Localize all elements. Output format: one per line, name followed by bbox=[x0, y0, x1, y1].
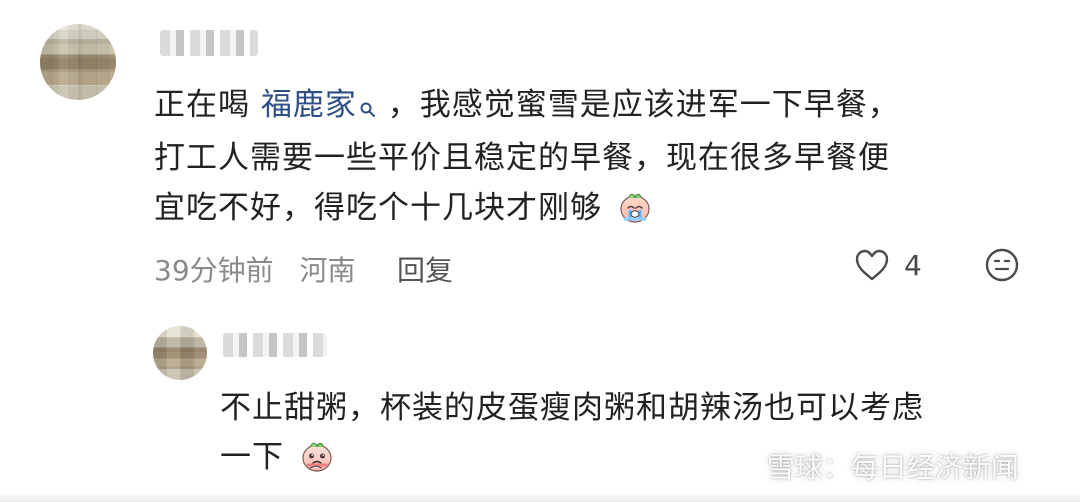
comment-text-line-3: 宜吃不好，得吃个十几块才刚够 bbox=[154, 187, 653, 229]
pleading-emoji-icon bbox=[299, 439, 335, 475]
reply-avatar bbox=[153, 326, 207, 380]
comment-time: 39分钟前 bbox=[154, 254, 274, 287]
crying-emoji-icon bbox=[617, 190, 653, 226]
like-button[interactable] bbox=[851, 246, 893, 288]
comment-text-line-2: 打工人需要一些平价且稳定的早餐，现在很多早餐便 bbox=[154, 140, 890, 176]
comment-location: 河南 bbox=[299, 254, 356, 287]
blurred-reply-username bbox=[223, 333, 327, 357]
product-link[interactable]: 福鹿家 bbox=[261, 87, 388, 123]
comment-suffix: ，我感觉蜜雪是应该进军一下早餐， bbox=[387, 87, 900, 123]
bottom-fade bbox=[0, 492, 1080, 502]
watermark: 雪球：每日经济新闻 bbox=[724, 446, 1019, 486]
comment-meta: 39分钟前 河南 bbox=[154, 249, 355, 289]
comment-text-line-1: 正在喝 福鹿家 ，我感觉蜜雪是应该进军一下早餐， bbox=[154, 84, 900, 126]
snowball-logo-icon bbox=[724, 450, 758, 484]
comment-prefix: 正在喝 bbox=[154, 87, 250, 123]
more-options-button[interactable] bbox=[981, 246, 1023, 288]
watermark-text: 雪球：每日经济新闻 bbox=[766, 451, 1019, 484]
reply-text-line-2-text: 一下 bbox=[220, 439, 284, 475]
avatar bbox=[40, 24, 116, 100]
product-link-label: 福鹿家 bbox=[260, 87, 357, 123]
reply-text-line-2: 一下 bbox=[220, 436, 335, 478]
search-icon bbox=[359, 88, 377, 117]
reply-button[interactable]: 回复 bbox=[397, 249, 453, 289]
comment-text-line-3-text: 宜吃不好，得吃个十几块才刚够 bbox=[154, 190, 602, 226]
like-count: 4 bbox=[904, 249, 922, 282]
reply-text-line-1: 不止甜粥，杯装的皮蛋瘦肉粥和胡辣汤也可以考虑 bbox=[220, 390, 924, 426]
blurred-username bbox=[160, 30, 258, 56]
neutral-face-icon bbox=[983, 246, 1021, 288]
heart-icon bbox=[853, 248, 891, 286]
